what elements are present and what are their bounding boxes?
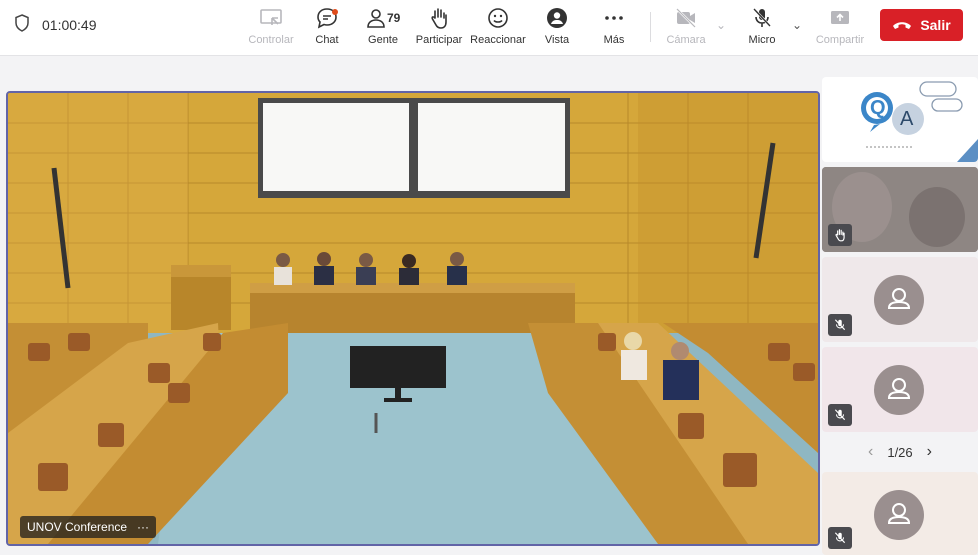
- mic-off-icon: [834, 319, 846, 331]
- screen-control-icon: [260, 9, 282, 25]
- reaccionar-label: Reaccionar: [470, 34, 526, 46]
- mas-label: Más: [603, 34, 625, 46]
- mic-off-icon: [834, 532, 846, 544]
- controlar-button[interactable]: Controlar: [243, 6, 299, 50]
- toolbar-divider: [650, 12, 651, 42]
- camera-off-icon: [676, 8, 696, 28]
- participant-tile-1[interactable]: [822, 257, 978, 342]
- pager-text: 1/26: [887, 444, 913, 460]
- timer-text: 01:00:49: [42, 16, 97, 33]
- camera-button[interactable]: Cámara: [658, 6, 714, 50]
- mic-off-icon: [834, 409, 846, 421]
- meeting-toolbar: 01:00:49 Controlar Chat 79 Gente Partici…: [0, 0, 978, 56]
- muted-indicator: [828, 404, 852, 426]
- participant-tile-2[interactable]: [822, 347, 978, 432]
- qa-letter-a: A: [900, 108, 914, 130]
- chat-label: Chat: [315, 34, 339, 46]
- hand-icon: [835, 229, 845, 242]
- hang-up-icon: [893, 22, 912, 29]
- chat-notification-dot: [332, 9, 338, 15]
- participar-label: Participar: [415, 34, 463, 46]
- avatar: [874, 490, 924, 540]
- avatar: [874, 275, 924, 325]
- mic-off-icon: [753, 8, 771, 27]
- view-button[interactable]: Vista: [529, 6, 585, 50]
- gallery-pager: ‹ 1/26 ›: [822, 438, 978, 466]
- more-dots-icon: [605, 16, 623, 20]
- view-person-icon: [547, 8, 567, 28]
- person-icon: [887, 503, 911, 524]
- more-button[interactable]: Más: [586, 6, 642, 50]
- share-button[interactable]: Compartir: [812, 6, 868, 50]
- people-icon: [367, 9, 385, 28]
- main-video-stage[interactable]: UNOV Conference ···: [6, 91, 820, 546]
- camera-options-chevron-icon[interactable]: ⌄: [716, 18, 726, 32]
- salir-label: Salir: [920, 17, 951, 33]
- mic-options-chevron-icon[interactable]: ⌄: [792, 18, 802, 32]
- people-button[interactable]: 79 Gente: [355, 6, 411, 50]
- compartir-label: Compartir: [815, 34, 865, 46]
- participant-tile-3[interactable]: [822, 472, 978, 555]
- participant-tile-video[interactable]: [822, 167, 978, 252]
- muted-indicator: [828, 314, 852, 336]
- participant-name: UNOV Conference: [27, 520, 128, 534]
- conference-room-video: [8, 93, 818, 544]
- chevron-right-icon[interactable]: ›: [927, 443, 932, 461]
- camara-label: Cámara: [666, 34, 706, 46]
- qa-tile[interactable]: Q A: [822, 77, 978, 162]
- meeting-timer: 01:00:49: [14, 14, 97, 35]
- qa-letter-q: Q: [870, 97, 886, 119]
- people-count: 79: [387, 11, 401, 25]
- raise-hand-button[interactable]: Participar: [411, 6, 467, 50]
- people-label: Gente: [368, 34, 398, 46]
- participant-more-icon[interactable]: ···: [137, 520, 149, 534]
- chevron-left-icon[interactable]: ‹: [868, 443, 873, 461]
- share-screen-icon: [831, 11, 849, 24]
- chat-button[interactable]: Chat: [299, 6, 355, 50]
- person-icon: [887, 288, 911, 309]
- avatar: [874, 365, 924, 415]
- leave-button[interactable]: Salir: [880, 9, 963, 41]
- vista-label: Vista: [544, 34, 570, 46]
- participant-name-tag[interactable]: UNOV Conference ···: [20, 516, 157, 538]
- mic-button[interactable]: Micro: [734, 6, 790, 50]
- react-button[interactable]: Reaccionar: [470, 6, 526, 50]
- micro-label: Micro: [748, 34, 776, 46]
- smiley-icon: [488, 8, 508, 28]
- muted-indicator: [828, 527, 852, 549]
- shield-icon: [14, 14, 30, 35]
- controlar-label: Controlar: [248, 34, 294, 46]
- raise-hand-icon: [431, 8, 447, 29]
- person-icon: [887, 378, 911, 399]
- hand-raised-indicator: [828, 224, 852, 246]
